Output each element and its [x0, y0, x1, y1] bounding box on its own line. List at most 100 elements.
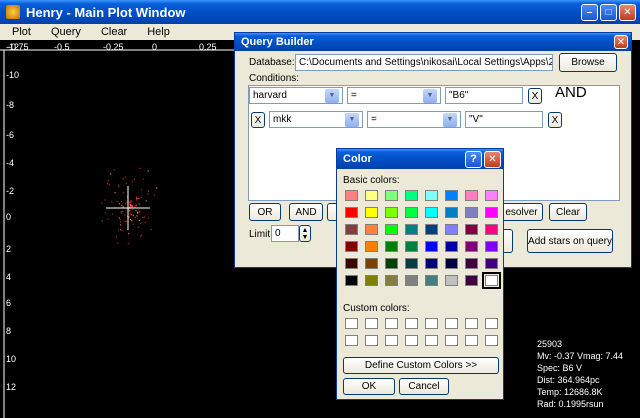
custom-color-swatch[interactable] — [385, 335, 398, 346]
color-swatch[interactable] — [385, 190, 398, 201]
color-swatch[interactable] — [405, 190, 418, 201]
custom-color-swatch[interactable] — [485, 318, 498, 329]
query-builder-titlebar[interactable]: Query Builder ✕ — [235, 33, 631, 51]
color-swatch[interactable] — [445, 190, 458, 201]
color-swatch[interactable] — [445, 241, 458, 252]
color-swatch[interactable] — [345, 241, 358, 252]
remove-condition-button[interactable]: X — [251, 112, 265, 128]
color-swatch[interactable] — [425, 224, 438, 235]
custom-color-swatch[interactable] — [445, 318, 458, 329]
color-swatch[interactable] — [445, 224, 458, 235]
resolver-button[interactable]: esolver — [501, 203, 543, 221]
help-icon[interactable]: ? — [465, 150, 482, 168]
color-swatch[interactable] — [385, 224, 398, 235]
cancel-button[interactable]: Cancel — [399, 378, 449, 395]
menu-plot[interactable]: Plot — [0, 26, 39, 38]
and-button[interactable]: AND — [289, 203, 323, 221]
color-swatch[interactable] — [485, 258, 498, 269]
color-swatch[interactable] — [445, 275, 458, 286]
condition-value-field[interactable]: "B6" — [445, 87, 523, 104]
color-swatch[interactable] — [405, 224, 418, 235]
custom-color-swatch[interactable] — [365, 318, 378, 329]
clear-button[interactable]: Clear — [549, 203, 587, 221]
color-swatch[interactable] — [385, 275, 398, 286]
custom-color-swatch[interactable] — [405, 335, 418, 346]
color-swatch[interactable] — [425, 241, 438, 252]
color-swatch[interactable] — [425, 190, 438, 201]
custom-color-swatch[interactable] — [425, 318, 438, 329]
color-dialog-titlebar[interactable]: Color ? ✕ — [337, 149, 503, 169]
close-icon[interactable]: ✕ — [484, 150, 501, 168]
color-swatch[interactable] — [482, 272, 501, 289]
remove-condition-button[interactable]: X — [548, 112, 562, 128]
menu-clear[interactable]: Clear — [89, 26, 135, 38]
define-custom-colors-button[interactable]: Define Custom Colors >> — [343, 357, 499, 374]
color-swatch[interactable] — [425, 258, 438, 269]
or-button[interactable]: OR — [249, 203, 281, 221]
color-swatch[interactable] — [365, 190, 378, 201]
star-point — [134, 206, 136, 208]
color-swatch[interactable] — [365, 275, 378, 286]
color-swatch[interactable] — [345, 224, 358, 235]
condition-value-field[interactable]: "V" — [465, 111, 543, 128]
color-swatch[interactable] — [425, 275, 438, 286]
color-swatch[interactable] — [485, 207, 498, 218]
color-swatch[interactable] — [465, 190, 478, 201]
hidden-button-edge[interactable] — [503, 229, 513, 253]
color-swatch[interactable] — [425, 207, 438, 218]
color-swatch[interactable] — [365, 207, 378, 218]
remove-condition-button[interactable]: X — [528, 88, 542, 104]
color-swatch[interactable] — [345, 258, 358, 269]
condition-field-select[interactable]: mkk ▼ — [269, 111, 363, 128]
color-swatch[interactable] — [405, 241, 418, 252]
color-swatch[interactable] — [365, 258, 378, 269]
custom-color-swatch[interactable] — [465, 335, 478, 346]
color-swatch[interactable] — [345, 207, 358, 218]
color-swatch[interactable] — [405, 258, 418, 269]
maximize-icon[interactable]: □ — [600, 3, 617, 21]
custom-color-swatch[interactable] — [405, 318, 418, 329]
custom-color-swatch[interactable] — [345, 318, 358, 329]
color-swatch[interactable] — [465, 258, 478, 269]
color-swatch[interactable] — [465, 207, 478, 218]
color-swatch[interactable] — [345, 275, 358, 286]
color-swatch[interactable] — [465, 241, 478, 252]
color-swatch[interactable] — [465, 275, 478, 286]
custom-color-swatch[interactable] — [365, 335, 378, 346]
color-swatch[interactable] — [385, 207, 398, 218]
close-icon[interactable]: ✕ — [619, 3, 636, 21]
custom-color-swatch[interactable] — [345, 335, 358, 346]
color-swatch[interactable] — [485, 190, 498, 201]
color-swatch[interactable] — [405, 207, 418, 218]
limit-stepper-icon[interactable]: ▲ ▼ — [299, 225, 311, 242]
color-swatch[interactable] — [445, 207, 458, 218]
color-swatch[interactable] — [405, 275, 418, 286]
color-swatch[interactable] — [485, 241, 498, 252]
custom-color-swatch[interactable] — [445, 335, 458, 346]
color-swatch[interactable] — [385, 241, 398, 252]
color-swatch[interactable] — [465, 224, 478, 235]
condition-field-select[interactable]: harvard ▼ — [249, 87, 343, 104]
condition-operator-select[interactable]: = ▼ — [347, 87, 441, 104]
condition-operator-select[interactable]: = ▼ — [367, 111, 461, 128]
menu-query[interactable]: Query — [39, 26, 89, 38]
color-swatch[interactable] — [365, 224, 378, 235]
database-path-field[interactable]: C:\Documents and Settings\nikosai\Local … — [295, 54, 553, 71]
color-swatch[interactable] — [345, 190, 358, 201]
menu-help[interactable]: Help — [135, 26, 178, 38]
custom-color-swatch[interactable] — [485, 335, 498, 346]
main-window-titlebar[interactable]: Henry - Main Plot Window – □ ✕ — [0, 0, 640, 24]
color-swatch[interactable] — [385, 258, 398, 269]
color-swatch[interactable] — [485, 224, 498, 235]
add-stars-button[interactable]: Add stars on query — [527, 229, 613, 253]
close-icon[interactable]: ✕ — [614, 35, 628, 49]
color-swatch[interactable] — [445, 258, 458, 269]
minimize-icon[interactable]: – — [581, 3, 598, 21]
custom-color-swatch[interactable] — [465, 318, 478, 329]
custom-color-swatch[interactable] — [385, 318, 398, 329]
custom-color-swatch[interactable] — [425, 335, 438, 346]
limit-field[interactable]: 0 — [271, 225, 299, 242]
color-swatch[interactable] — [365, 241, 378, 252]
ok-button[interactable]: OK — [343, 378, 395, 395]
browse-button[interactable]: Browse — [559, 53, 617, 72]
